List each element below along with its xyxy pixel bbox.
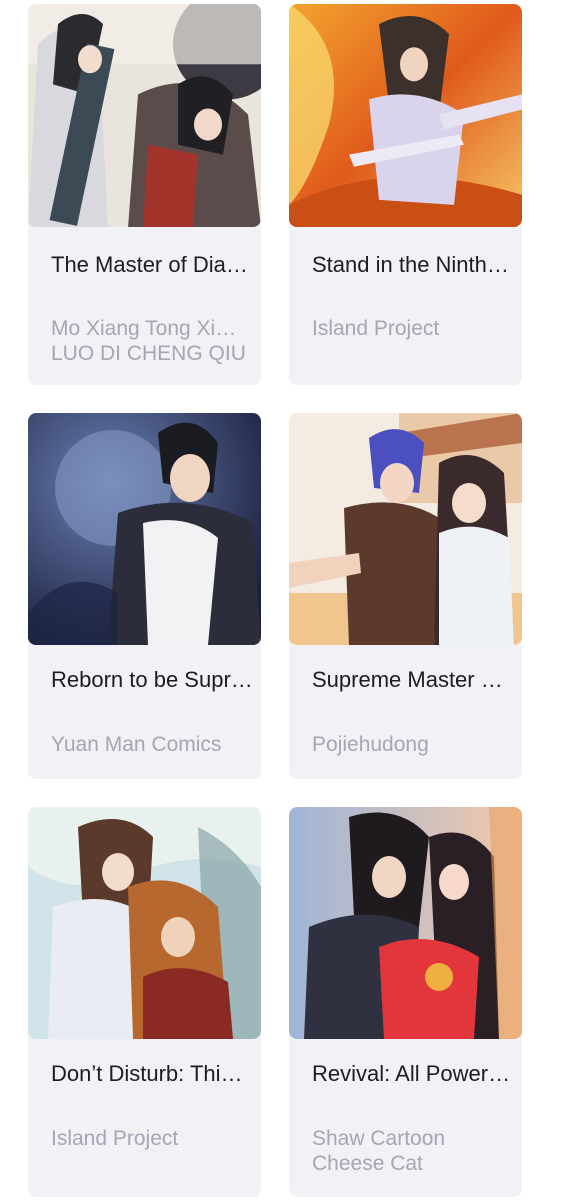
comic-card[interactable]: Reborn to be Supr… Yuan Man Comics — [28, 413, 261, 779]
comic-author: Shaw Cartoon — [312, 1127, 446, 1150]
comic-card[interactable]: Revival: All Power… Shaw Cartoon Cheese … — [289, 807, 522, 1197]
comic-cover-image[interactable] — [28, 807, 261, 1039]
comic-title: Revival: All Power… — [312, 1061, 511, 1086]
comic-author: Island Project — [51, 1127, 179, 1150]
comic-authors: Pojiehudong — [312, 732, 514, 757]
comic-title: Don’t Disturb: Thi… — [51, 1061, 243, 1086]
comic-author: Island Project — [312, 317, 440, 340]
comic-author: Yuan Man Comics — [51, 733, 222, 756]
comic-author: Mo Xiang Tong Xi… — [51, 317, 237, 340]
comic-author: Cheese Cat — [312, 1152, 423, 1175]
comic-title: Supreme Master … — [312, 667, 503, 692]
comic-card[interactable]: Stand in the Ninth… Island Project — [289, 4, 522, 385]
comic-authors: Mo Xiang Tong Xi… LUO DI CHENG QIU — [51, 316, 253, 366]
comic-title: Reborn to be Supr… — [51, 667, 253, 692]
comic-authors: Shaw Cartoon Cheese Cat — [312, 1126, 514, 1176]
comic-cover-image[interactable] — [289, 413, 522, 645]
comic-card[interactable]: The Master of Dia… Mo Xiang Tong Xi… LUO… — [28, 4, 261, 385]
comic-card[interactable]: Don’t Disturb: Thi… Island Project — [28, 807, 261, 1197]
comic-title: Stand in the Ninth… — [312, 252, 509, 277]
comic-title: The Master of Dia… — [51, 252, 248, 277]
comic-card[interactable]: Supreme Master … Pojiehudong — [289, 413, 522, 779]
comic-authors: Island Project — [51, 1126, 253, 1151]
comic-cover-image[interactable] — [28, 4, 261, 227]
comic-cover-image[interactable] — [289, 807, 522, 1039]
comic-author: Pojiehudong — [312, 733, 429, 756]
comic-cover-image[interactable] — [28, 413, 261, 645]
comic-authors: Yuan Man Comics — [51, 732, 253, 757]
comic-cover-image[interactable] — [289, 4, 522, 227]
comic-authors: Island Project — [312, 316, 514, 341]
comic-author: LUO DI CHENG QIU — [51, 342, 246, 365]
